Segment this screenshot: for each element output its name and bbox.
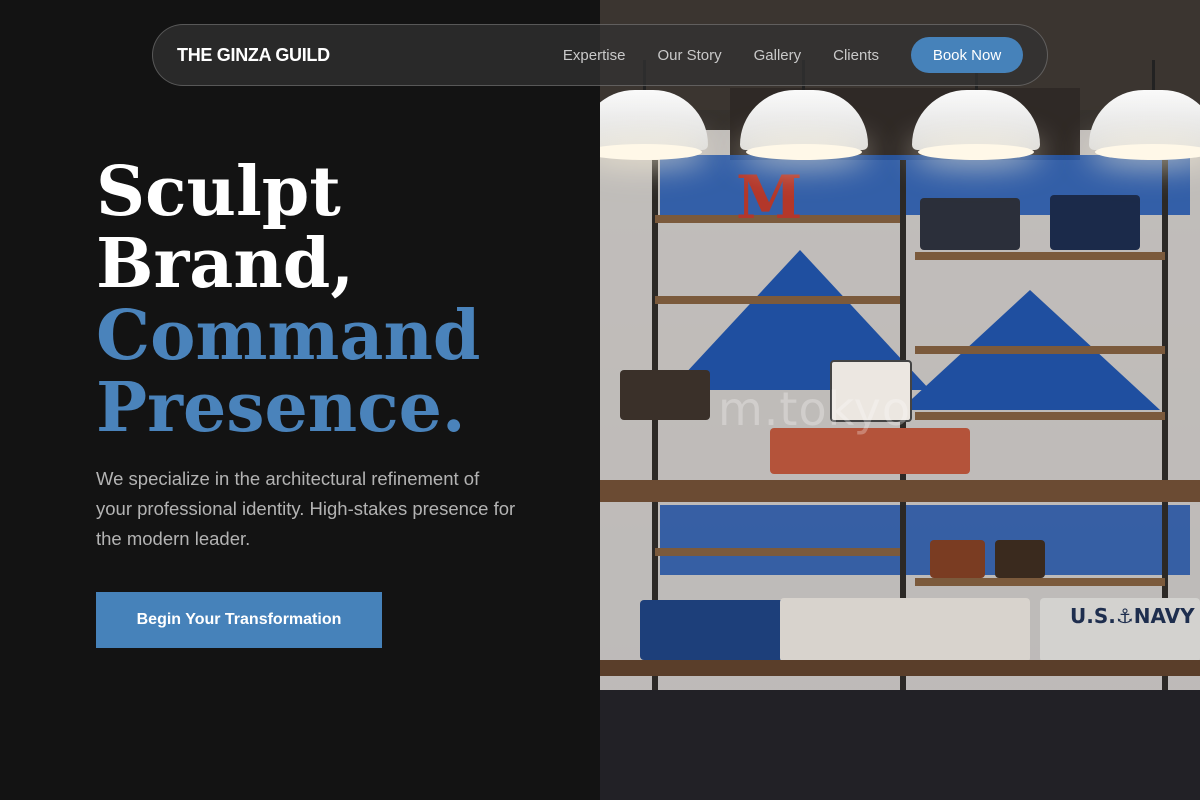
nav-link-clients[interactable]: Clients [833,47,879,64]
shelf [915,412,1165,420]
hero-store-photo: M U.S.⚓NAVY m.tokyo [600,0,1200,800]
begin-transformation-button[interactable]: Begin Your Transformation [96,592,382,648]
hero-title-line: Sculpt [96,152,341,232]
folded-sweater [780,598,1030,662]
hero-title-line: Brand, [96,224,355,304]
book-now-button[interactable]: Book Now [911,37,1023,73]
sign-letter: M [736,163,803,233]
shelf [655,548,900,556]
hero-title-line-accent: Presence. [96,368,466,448]
boot-item [930,540,985,578]
shelf [915,252,1165,260]
boot-item [620,370,710,420]
top-navbar: THE GINZA GUILD Expertise Our Story Gall… [152,24,1048,86]
hero-subtitle: We specialize in the architectural refin… [96,468,516,549]
nav-link-expertise[interactable]: Expertise [563,47,626,64]
boot-item [995,540,1045,578]
nav-links: Expertise Our Story Gallery Clients [563,47,879,64]
shelf [915,578,1165,586]
image-watermark: m.tokyo [718,382,911,436]
store-floor [600,690,1200,800]
shelf [655,296,900,304]
bag-item [920,198,1020,250]
shelf [915,346,1165,354]
blue-wall-band [660,505,1190,575]
nav-link-gallery[interactable]: Gallery [754,47,802,64]
lamp-cord [1152,60,1155,92]
nav-link-our-story[interactable]: Our Story [657,47,721,64]
hero-title-line-accent: Command [96,296,481,376]
brand-logo[interactable]: THE GINZA GUILD [177,45,330,66]
shirt-print: U.S.⚓NAVY [1070,604,1195,628]
folded-clothes [640,600,790,660]
display-table-base [600,660,1200,676]
bag-item [1050,195,1140,250]
display-table [600,480,1200,502]
hero-title: Sculpt Brand, Command Presence. [96,156,480,444]
